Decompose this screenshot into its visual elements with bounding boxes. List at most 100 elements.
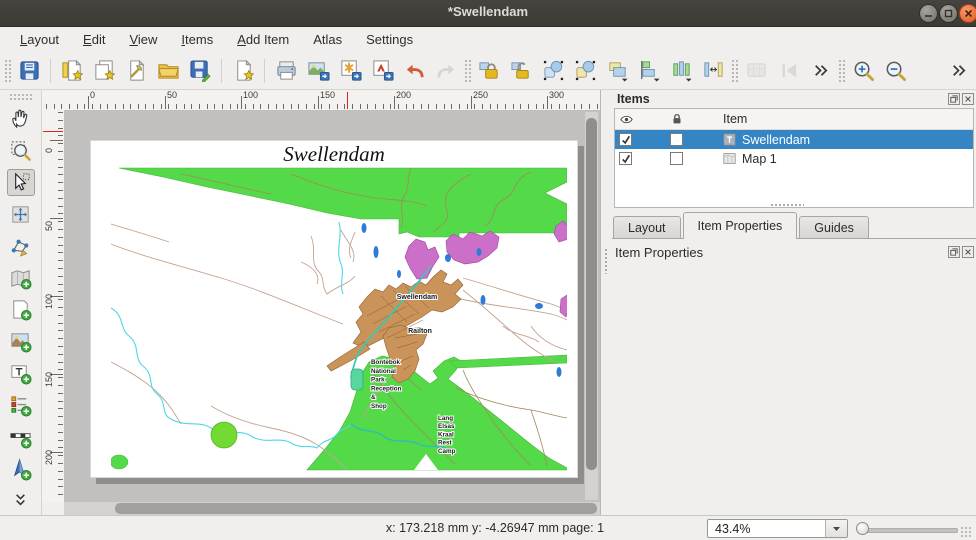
zoom-in-button[interactable] (849, 57, 877, 85)
zoom-dropdown-button[interactable] (825, 520, 847, 537)
add-picture-icon (9, 330, 32, 353)
toolbar-separator (9, 93, 33, 100)
vertical-scrollbar[interactable] (585, 112, 598, 500)
add-scalebar-icon (9, 426, 32, 449)
layout-manager-button[interactable] (122, 57, 150, 85)
ruler-cursor-marker (347, 92, 348, 109)
zoom-out-button[interactable] (881, 57, 909, 85)
print-button[interactable] (272, 57, 300, 85)
add-north-arrow-icon (9, 458, 32, 481)
atlas-preview-icon (745, 59, 768, 82)
vertical-scrollbar-thumb[interactable] (586, 118, 597, 470)
export-image-button[interactable] (304, 57, 332, 85)
lock-checkbox[interactable] (670, 152, 683, 165)
duplicate-layout-button[interactable] (90, 57, 118, 85)
horizontal-scrollbar-thumb[interactable] (115, 503, 597, 514)
save-project-button[interactable] (15, 57, 43, 85)
close-button[interactable] (959, 4, 976, 23)
properties-panel-close-button[interactable] (962, 246, 974, 258)
ungroup-items-button[interactable] (571, 57, 599, 85)
align-items-button[interactable] (635, 57, 663, 85)
items-panel-resize-handle[interactable] (770, 203, 804, 208)
visibility-checkbox[interactable] (619, 133, 632, 146)
tab-guides[interactable]: Guides (799, 216, 869, 239)
add-pages-button[interactable] (229, 57, 257, 85)
tab-layout[interactable]: Layout (613, 216, 681, 239)
ruler-label: 0 (44, 148, 54, 153)
add-scalebar-tool[interactable] (7, 424, 35, 451)
pan-tool[interactable] (7, 105, 35, 132)
add-3d-map-tool[interactable] (7, 297, 35, 324)
menu-view[interactable]: View (119, 29, 167, 50)
toolbar-overflow-button[interactable] (806, 57, 834, 85)
undo-button[interactable] (400, 57, 428, 85)
menu-items[interactable]: Items (171, 29, 223, 50)
add-map-tool[interactable] (7, 265, 35, 292)
move-item-content-tool[interactable] (7, 201, 35, 228)
item-row-map-1[interactable]: Map 1 (615, 149, 973, 168)
raise-items-icon (606, 59, 629, 82)
export-pdf-button[interactable] (368, 57, 396, 85)
group-items-button[interactable] (539, 57, 567, 85)
resize-items-button[interactable] (699, 57, 727, 85)
tab-item-properties[interactable]: Item Properties (683, 212, 798, 239)
toolbar-overflow-right-button[interactable] (944, 57, 972, 85)
items-panel-close-button[interactable] (962, 93, 974, 105)
add-picture-tool[interactable] (7, 328, 35, 355)
menu-atlas[interactable]: Atlas (303, 29, 352, 50)
add-legend-tool[interactable] (7, 392, 35, 419)
float-icon (950, 248, 958, 256)
open-button[interactable] (154, 57, 182, 85)
zoom-slider-handle[interactable] (856, 522, 869, 535)
minimize-icon (924, 9, 933, 18)
map-item[interactable]: SwellendamRailtonBontebokNationalParkRec… (111, 166, 567, 472)
menu-add-item[interactable]: Add Item (227, 29, 299, 50)
items-panel-float-button[interactable] (948, 93, 960, 105)
properties-panel-float-button[interactable] (948, 246, 960, 258)
menu-edit[interactable]: Edit (73, 29, 115, 50)
layout-title-label[interactable]: Swellendam (91, 141, 577, 166)
save-as-template-button[interactable] (186, 57, 214, 85)
lock-column-icon (670, 112, 684, 126)
visibility-checkbox[interactable] (619, 152, 632, 165)
item-row-swellendam[interactable]: Swellendam (615, 130, 973, 149)
window-resize-grip[interactable] (960, 526, 973, 539)
vertical-ruler: 050100150200 (42, 110, 65, 502)
raise-items-button[interactable] (603, 57, 631, 85)
ruler-label: 150 (320, 90, 335, 100)
zoom-tool-icon (9, 139, 32, 162)
item-column-header: Item (719, 112, 973, 126)
items-panel-title: Items (617, 92, 650, 106)
layout-canvas[interactable]: Swellendam (64, 110, 600, 502)
distribute-items-button[interactable] (667, 57, 695, 85)
menu-settings[interactable]: Settings (356, 29, 423, 50)
chevron-down-icon (832, 526, 841, 532)
map-place-label: & (371, 394, 376, 401)
zoom-level-combobox[interactable]: 43.4% (707, 519, 848, 538)
add-north-arrow-tool[interactable] (7, 456, 35, 483)
zoom-in-icon (852, 59, 875, 82)
maximize-button[interactable] (939, 4, 958, 23)
select-move-item-tool[interactable] (7, 169, 35, 196)
right-panel: Items Item SwellendamMap 1 LayoutItem Pro… (612, 90, 976, 515)
menu-layout[interactable]: Layout (10, 29, 69, 50)
map-place-label: Elsas (438, 423, 455, 430)
horizontal-scrollbar[interactable] (64, 502, 600, 515)
unlock-items-icon (510, 59, 533, 82)
zoom-slider-track[interactable] (858, 528, 958, 533)
edit-nodes-tool[interactable] (7, 233, 35, 260)
ruler-label: 0 (90, 90, 95, 100)
export-svg-button[interactable] (336, 57, 364, 85)
lock-checkbox[interactable] (670, 133, 683, 146)
unlock-items-button[interactable] (507, 57, 535, 85)
open-folder-icon (157, 59, 180, 82)
map-place-label: Swellendam (397, 294, 437, 301)
zoom-tool[interactable] (7, 137, 35, 164)
minimize-button[interactable] (919, 4, 938, 23)
lock-items-button[interactable] (475, 57, 503, 85)
splitter-handle[interactable] (604, 248, 609, 274)
tools-overflow-button[interactable] (7, 488, 35, 515)
new-layout-button[interactable] (58, 57, 86, 85)
close-icon (964, 95, 972, 103)
add-label-tool[interactable] (7, 360, 35, 387)
